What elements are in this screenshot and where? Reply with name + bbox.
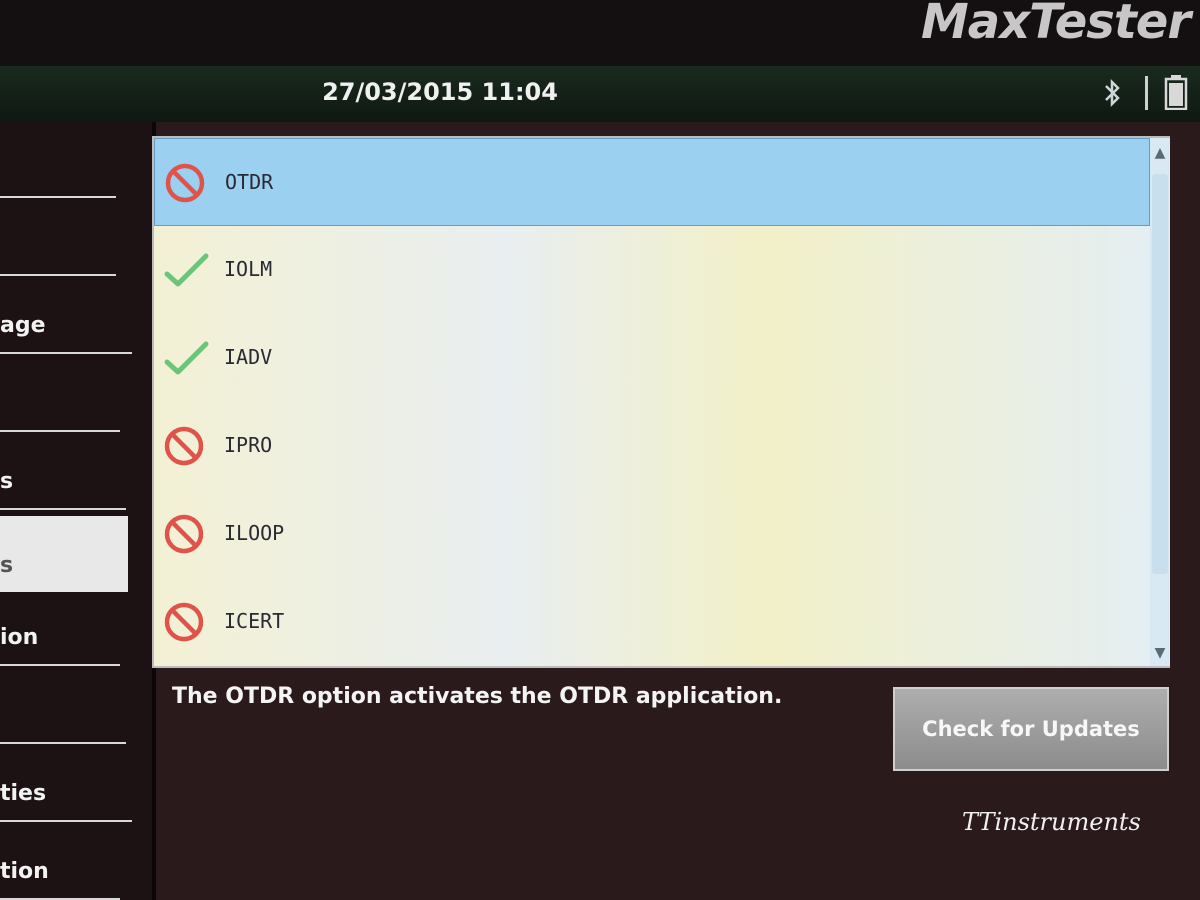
sidebar-item-label: s <box>0 469 14 494</box>
scroll-down-icon[interactable]: ▼ <box>1150 640 1170 666</box>
sidebar: age s s ion ties tion <box>0 122 152 900</box>
bluetooth-icon <box>1100 78 1124 108</box>
sidebar-item[interactable]: ties <box>0 750 140 820</box>
sidebar-item-label: ion <box>0 625 39 650</box>
sidebar-separator <box>0 664 120 666</box>
sidebar-separator <box>0 430 120 432</box>
sidebar-item[interactable] <box>0 204 140 274</box>
sidebar-item[interactable]: age <box>0 282 140 352</box>
sidebar-item-label: s <box>0 553 14 578</box>
sidebar-separator <box>0 352 132 354</box>
option-row-icert[interactable]: ICERT <box>154 578 1150 666</box>
datetime: 27/03/2015 11:04 <box>322 78 558 106</box>
check-for-updates-button[interactable]: Check for Updates <box>893 687 1169 771</box>
option-row-ipro[interactable]: IPRO <box>154 402 1150 490</box>
option-row-iolm[interactable]: IOLM <box>154 226 1150 314</box>
sidebar-item-label: tion <box>0 859 49 884</box>
sidebar-separator <box>0 196 116 198</box>
sidebar-item-label: ties <box>0 781 47 806</box>
option-label: ICERT <box>224 609 285 633</box>
option-label: ILOOP <box>224 521 285 545</box>
prohibited-icon <box>163 161 207 205</box>
option-row-iadv[interactable]: IADV <box>154 314 1150 402</box>
option-row-otdr[interactable]: OTDR <box>154 138 1150 226</box>
device-bezel: MaxTester 27/03/2015 11:04 age s s ion ties t… <box>0 0 1200 900</box>
sidebar-separator <box>0 508 126 510</box>
prohibited-icon <box>162 424 206 468</box>
device-brand-logo: MaxTester <box>921 0 1191 50</box>
option-description: The OTDR option activates the OTDR appli… <box>172 684 783 709</box>
scroll-thumb[interactable] <box>1152 174 1168 574</box>
option-label: OTDR <box>225 170 274 194</box>
battery-icon <box>1163 74 1189 111</box>
sidebar-separator <box>0 820 132 822</box>
status-bar: 27/03/2015 11:04 <box>0 66 1200 122</box>
sidebar-item[interactable]: ion <box>0 594 140 664</box>
sidebar-item[interactable] <box>0 672 140 742</box>
scrollbar[interactable]: ▲ ▼ <box>1150 138 1170 666</box>
sidebar-item[interactable] <box>0 360 140 430</box>
prohibited-icon <box>162 512 206 556</box>
sidebar-item[interactable]: tion <box>0 828 140 898</box>
checkmark-icon <box>162 336 209 380</box>
option-label: IADV <box>224 345 273 369</box>
sidebar-item-label: age <box>0 313 46 338</box>
option-label: IOLM <box>224 257 273 281</box>
screen: 27/03/2015 11:04 age s s ion ties tion ICERT I… <box>0 66 1200 900</box>
sidebar-separator <box>0 742 126 744</box>
sidebar-separator <box>0 274 116 276</box>
option-label: IPRO <box>224 433 273 457</box>
sidebar-item[interactable]: s <box>0 516 128 592</box>
prohibited-icon <box>162 600 206 644</box>
scroll-up-icon[interactable]: ▲ <box>1150 140 1170 166</box>
option-row-iloop[interactable]: ILOOP <box>154 490 1150 578</box>
sidebar-item[interactable]: s <box>0 438 140 508</box>
status-separator <box>1145 76 1148 110</box>
checkmark-icon <box>162 248 209 292</box>
sidebar-item[interactable] <box>0 126 140 196</box>
watermark-text: TTinstruments <box>962 808 1141 836</box>
options-list: ICERT ILOOP IPRO IADV IOLM OTDR ▲ ▼ <box>152 136 1170 668</box>
